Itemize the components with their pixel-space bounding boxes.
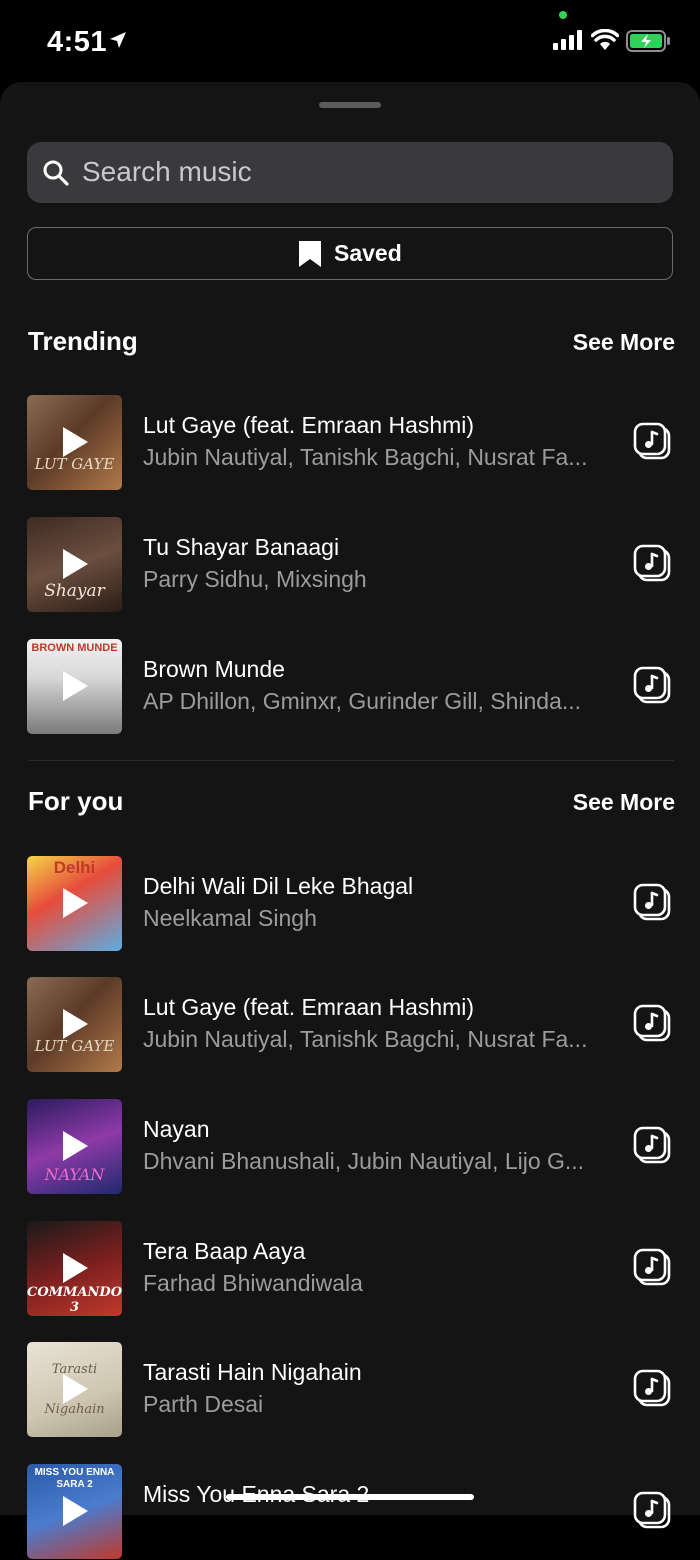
track-title: Tarasti Hain Nigahain: [143, 1359, 362, 1385]
play-icon[interactable]: [60, 1372, 90, 1411]
saved-button[interactable]: Saved: [27, 227, 673, 280]
album-cover: MISS YOU ENNA SARA 2: [27, 1464, 122, 1559]
album-cover-text: MISS YOU ENNA SARA 2: [34, 1467, 115, 1490]
album-cover: NAYAN: [27, 1099, 122, 1194]
status-bar: 4:51: [0, 0, 700, 82]
battery-charging-icon: [626, 30, 672, 57]
track-row[interactable]: LUT GAYE Lut Gaye (feat. Emraan Hashmi) …: [0, 395, 700, 491]
track-artist: Farhad Bhiwandiwala: [143, 1270, 363, 1296]
track-title: Nayan: [143, 1116, 210, 1142]
album-cover: Tarasti Nigahain: [27, 1342, 122, 1437]
use-in-reel-icon[interactable]: [632, 1490, 672, 1535]
track-row[interactable]: LUT GAYE Lut Gaye (feat. Emraan Hashmi) …: [0, 977, 700, 1073]
privacy-indicator-dot: [559, 11, 567, 19]
album-cover: Delhi: [27, 856, 122, 951]
track-artist: Jubin Nautiyal, Tanishk Bagchi, Nusrat F…: [143, 1026, 588, 1052]
bookmark-icon: [298, 240, 322, 273]
play-icon[interactable]: [60, 669, 90, 708]
use-in-reel-icon[interactable]: [632, 1125, 672, 1170]
search-placeholder: Search music: [82, 156, 252, 187]
for-you-see-more-link[interactable]: See More: [573, 789, 675, 816]
album-cover: COMMANDO 3: [27, 1221, 122, 1316]
track-artist: Dhvani Bhanushali, Jubin Nautiyal, Lijo …: [143, 1148, 585, 1174]
use-in-reel-icon[interactable]: [632, 882, 672, 927]
location-arrow-icon: [108, 30, 128, 55]
search-icon: [42, 159, 70, 192]
use-in-reel-icon[interactable]: [632, 543, 672, 588]
album-cover-text: BROWN MUNDE: [31, 642, 118, 654]
use-in-reel-icon[interactable]: [632, 1368, 672, 1413]
album-cover: Shayar: [27, 517, 122, 612]
album-cover-text: Delhi: [53, 858, 96, 877]
play-icon[interactable]: [60, 547, 90, 586]
play-icon[interactable]: [60, 425, 90, 464]
search-input[interactable]: Search music: [27, 142, 673, 203]
track-row[interactable]: Tarasti Nigahain Tarasti Hain Nigahain P…: [0, 1342, 700, 1438]
play-icon[interactable]: [60, 1494, 90, 1533]
track-artist: Parth Desai: [143, 1391, 264, 1417]
home-indicator[interactable]: [226, 1494, 474, 1500]
track-row[interactable]: Shayar Tu Shayar Banaagi Parry Sidhu, Mi…: [0, 517, 700, 613]
sheet-grabber[interactable]: [319, 102, 381, 108]
album-cover: LUT GAYE: [27, 977, 122, 1072]
trending-section-title: Trending: [28, 326, 138, 356]
status-time: 4:51: [47, 26, 108, 58]
for-you-section-title: For you: [28, 786, 124, 816]
use-in-reel-icon[interactable]: [632, 421, 672, 466]
play-icon[interactable]: [60, 1251, 90, 1290]
use-in-reel-icon[interactable]: [632, 665, 672, 710]
track-artist: Parry Sidhu, Mixsingh: [143, 566, 367, 592]
track-row[interactable]: Delhi Delhi Wali Dil Leke Bhagal Neelkam…: [0, 856, 700, 952]
play-icon[interactable]: [60, 1129, 90, 1168]
section-divider: [28, 760, 674, 761]
use-in-reel-icon[interactable]: [632, 1003, 672, 1048]
play-icon[interactable]: [60, 886, 90, 925]
album-cover: BROWN MUNDE: [27, 639, 122, 734]
wifi-icon: [590, 28, 620, 56]
track-title: Brown Munde: [143, 656, 285, 682]
album-cover: LUT GAYE: [27, 395, 122, 490]
track-title: Delhi Wali Dil Leke Bhagal: [143, 873, 414, 899]
track-title: Lut Gaye (feat. Emraan Hashmi): [143, 412, 475, 438]
trending-see-more-link[interactable]: See More: [573, 329, 675, 356]
track-title: Tu Shayar Banaagi: [143, 534, 340, 560]
track-title: Lut Gaye (feat. Emraan Hashmi): [143, 994, 475, 1020]
track-row[interactable]: MISS YOU ENNA SARA 2 Miss You Enna Sara …: [0, 1464, 700, 1560]
play-icon[interactable]: [60, 1007, 90, 1046]
saved-button-label: Saved: [334, 240, 402, 266]
track-row[interactable]: COMMANDO 3 Tera Baap Aaya Farhad Bhiwand…: [0, 1221, 700, 1317]
music-picker-sheet: Search music Saved Trending See More LUT…: [0, 82, 700, 1559]
track-artist: Jubin Nautiyal, Tanishk Bagchi, Nusrat F…: [143, 444, 588, 470]
track-artist: AP Dhillon, Gminxr, Gurinder Gill, Shind…: [143, 688, 582, 714]
signal-icon: [553, 30, 583, 55]
track-artist: Neelkamal Singh: [143, 905, 317, 931]
track-row[interactable]: NAYAN Nayan Dhvani Bhanushali, Jubin Nau…: [0, 1099, 700, 1195]
track-title: Tera Baap Aaya: [143, 1238, 306, 1264]
use-in-reel-icon[interactable]: [632, 1247, 672, 1292]
track-row[interactable]: BROWN MUNDE Brown Munde AP Dhillon, Gmin…: [0, 639, 700, 735]
